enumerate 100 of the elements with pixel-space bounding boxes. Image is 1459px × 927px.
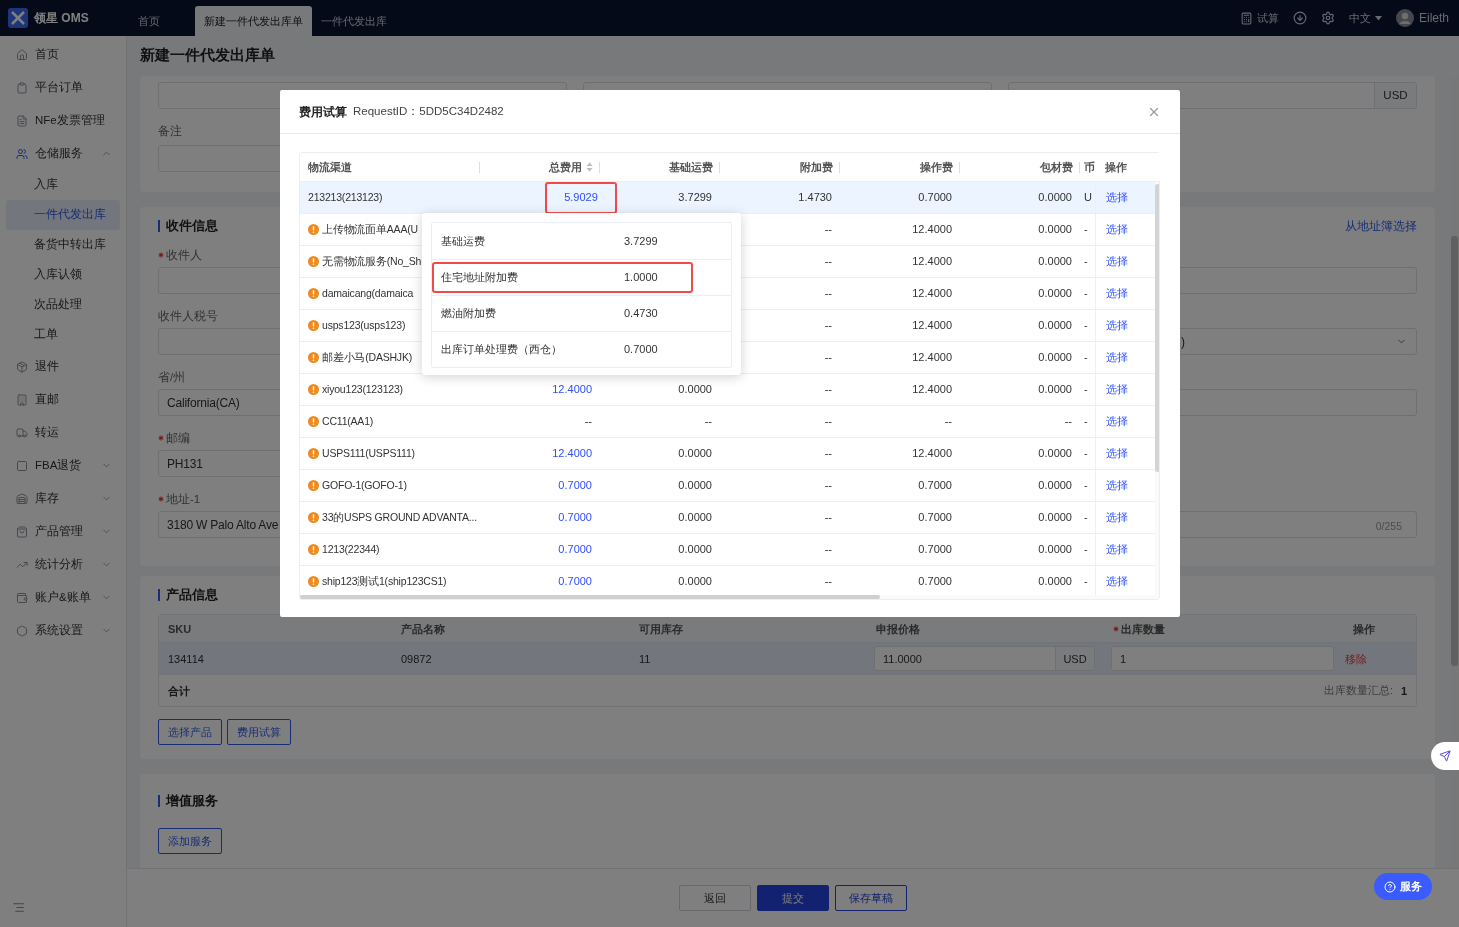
table-cell: 12.4000: [912, 223, 952, 236]
table-cell: 0.0000: [1038, 287, 1072, 300]
table-cell: 0.0000: [1038, 191, 1072, 204]
table-cell: -: [1084, 543, 1088, 556]
fee-label: 出库订单处理费（西仓）: [441, 342, 563, 358]
table-cell: -: [1084, 447, 1088, 460]
table-cell: --: [824, 255, 832, 268]
column-header: SKU: [168, 621, 192, 637]
dialog-title: 费用试算: [299, 103, 347, 121]
column-header: 币: [1084, 159, 1095, 175]
fee-value: 1.0000: [624, 270, 658, 286]
column-header: 包材费: [1040, 159, 1073, 175]
fee-label: 基础运费: [441, 233, 486, 249]
table-cell: -: [1084, 575, 1088, 588]
table-cell: 0.0000: [678, 447, 712, 460]
table-cell: 12.4000: [912, 255, 952, 268]
table-cell: -: [1084, 383, 1088, 396]
channel-name: 33的USPS GROUND ADVANTA...: [322, 509, 477, 525]
column-header: 操作费: [920, 159, 953, 175]
table-cell: 12.4000: [912, 351, 952, 364]
table-cell: -: [1084, 415, 1088, 428]
fee-label: 住宅地址附加费: [441, 270, 519, 286]
table-cell: --: [824, 479, 832, 492]
table-cell: 0.7000: [918, 543, 952, 556]
quantity-sum-label: 出库数量汇总:: [1323, 682, 1393, 698]
table-cell: 1.4730: [798, 191, 832, 204]
table-cell: --: [824, 223, 832, 236]
table-cell: 0.0000: [1038, 383, 1072, 396]
table-cell: 12.4000: [912, 383, 952, 396]
table-cell: 0.7000: [918, 511, 952, 524]
quantity-sum: 1: [1400, 683, 1407, 699]
table-cell: 0.0000: [678, 543, 712, 556]
channel-name: USPS111(USPS111): [322, 445, 415, 461]
table-cell: 0.0000: [1038, 447, 1072, 460]
table-cell: --: [824, 319, 832, 332]
table-cell: 12.4000: [912, 319, 952, 332]
table-cell: 0.0000: [1038, 479, 1072, 492]
table-cell: 0.0000: [678, 479, 712, 492]
page-title: 新建一件代发出库单: [140, 46, 275, 66]
table-cell: --: [824, 543, 832, 556]
channel-name: 213213(213123): [308, 189, 383, 205]
column-header: 出库数量: [1121, 621, 1165, 637]
table-cell: 3.7299: [678, 191, 712, 204]
fee-value: 3.7299: [624, 233, 658, 249]
column-header: 附加费: [800, 159, 833, 175]
channel-name: 1213(22344): [322, 541, 380, 557]
channel-name: 无需物流服务(No_Sh: [322, 253, 422, 269]
table-cell: -: [1084, 255, 1088, 268]
currency-addon: USD: [1055, 647, 1094, 671]
table-cell: --: [824, 287, 832, 300]
column-header: 产品名称: [401, 621, 445, 637]
table-cell: 0.0000: [1038, 255, 1072, 268]
channel-name: CC11(AA1): [322, 413, 374, 429]
channel-name: 邮差小马(DASHJK): [322, 349, 413, 365]
channel-name: xiyou123(123123): [322, 381, 403, 397]
table-cell: 0.7000: [918, 479, 952, 492]
table-cell: --: [944, 415, 952, 428]
table-cell: 0.0000: [1038, 543, 1072, 556]
request-id: RequestID：5DD5C34D2482: [353, 103, 504, 119]
table-cell: 0.0000: [678, 575, 712, 588]
table-cell: 09872: [401, 652, 432, 665]
column-header: 基础运费: [669, 159, 713, 175]
fee-value: 0.7000: [624, 342, 658, 358]
table-cell: U: [1084, 191, 1092, 204]
field-label: 邮编: [166, 430, 190, 446]
table-cell: 0.0000: [1038, 223, 1072, 236]
table-cell: --: [824, 575, 832, 588]
table-cell: 0.0000: [1038, 575, 1072, 588]
table-cell: 11: [639, 652, 651, 665]
table-cell: --: [824, 447, 832, 460]
section-title: 增值服务: [166, 792, 218, 810]
table-cell: 0.0000: [1038, 511, 1072, 524]
table-cell: --: [824, 351, 832, 364]
column-header: 总费用: [549, 159, 582, 175]
fee-value: 0.4730: [624, 306, 658, 322]
table-cell: --: [824, 511, 832, 524]
fee-label: 燃油附加费: [441, 306, 497, 322]
section-title: 收件信息: [166, 217, 218, 235]
app-title: 领星 OMS: [34, 10, 89, 27]
table-cell: --: [1064, 415, 1072, 428]
channel-name: damaicang(damaica: [322, 285, 414, 301]
channel-name: GOFO-1(GOFO-1): [322, 477, 407, 493]
table-cell-text: --: [584, 414, 592, 430]
field-label: 地址-1: [166, 491, 201, 507]
table-cell: --: [824, 383, 832, 396]
table-cell: --: [704, 415, 712, 428]
table-cell: 12.4000: [912, 447, 952, 460]
table-cell: 134114: [168, 652, 204, 665]
table-cell: 12.4000: [912, 287, 952, 300]
table-cell: -: [1084, 287, 1088, 300]
table-cell: -: [1084, 223, 1088, 236]
currency-addon: USD: [1374, 83, 1416, 108]
field-label: 备注: [158, 124, 182, 139]
column-header: 操作: [1105, 159, 1127, 175]
channel-name: ship123测试1(ship123CS1): [322, 573, 447, 589]
section-title: 产品信息: [166, 586, 218, 604]
total-label: 合计: [168, 683, 190, 699]
column-header: 可用库存: [639, 621, 683, 637]
field-label: 收件人: [166, 247, 202, 263]
table-cell: 0.0000: [678, 383, 712, 396]
